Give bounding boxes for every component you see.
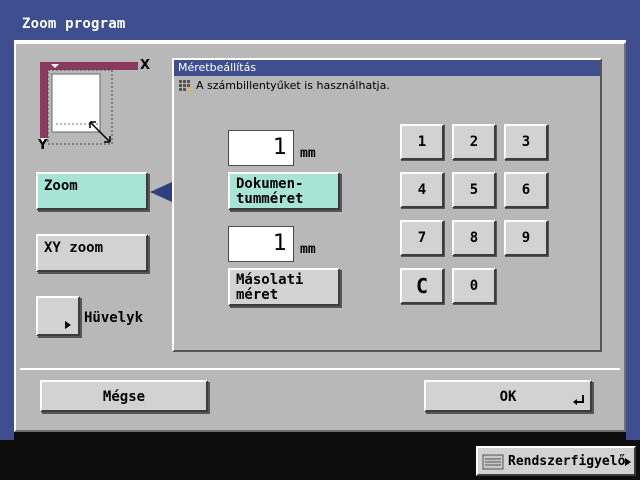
keypad-6[interactable]: 6: [504, 172, 548, 208]
keypad-8[interactable]: 8: [452, 220, 496, 256]
footer-divider: [20, 368, 620, 370]
document-size-button-line2: tumméret: [236, 191, 304, 207]
copy-size-unit: mm: [300, 242, 316, 257]
window-frame-right: [626, 0, 640, 440]
inch-label: Hüvelyk: [84, 310, 144, 326]
copy-size-value[interactable]: 1: [228, 226, 294, 262]
zoom-button-label: Zoom: [44, 178, 78, 194]
keypad-hint-icon: [179, 80, 193, 92]
copy-size-button-line1: Másolati: [236, 272, 304, 288]
monitor-icon: [482, 454, 504, 470]
keypad-3[interactable]: 3: [504, 124, 548, 160]
enter-icon: [573, 395, 584, 405]
document-size-button[interactable]: Dokumen- tumméret: [228, 172, 340, 210]
triangle-right-icon: [625, 458, 631, 466]
zoom-diagram: [36, 58, 156, 150]
system-monitor-button[interactable]: Rendszerfigyelő: [476, 446, 636, 476]
copy-size-button-line2: méret: [236, 287, 279, 303]
ok-button[interactable]: OK: [424, 380, 592, 412]
panel-hint-text: A számbillentyűket is használhatja.: [196, 79, 390, 92]
document-size-button-line1: Dokumen-: [236, 176, 304, 192]
copy-size-button[interactable]: Másolati méret: [228, 268, 340, 306]
selection-pointer-icon: [150, 182, 172, 202]
panel-header: Méretbeállítás: [174, 60, 600, 76]
document-size-value[interactable]: 1: [228, 130, 294, 166]
ok-button-label: OK: [499, 389, 517, 405]
cancel-button[interactable]: Mégse: [40, 380, 208, 412]
keypad-0[interactable]: 0: [452, 268, 496, 304]
keypad-2[interactable]: 2: [452, 124, 496, 160]
diagram-y-label: Y: [38, 138, 48, 153]
diagram-x-label: X: [140, 58, 151, 73]
triangle-right-icon: [65, 321, 71, 329]
document-size-unit: mm: [300, 146, 316, 161]
keypad-1[interactable]: 1: [400, 124, 444, 160]
keypad-5[interactable]: 5: [452, 172, 496, 208]
window-title: Zoom program: [22, 16, 126, 32]
keypad-4[interactable]: 4: [400, 172, 444, 208]
xy-zoom-button[interactable]: XY zoom: [36, 234, 148, 272]
zoom-button[interactable]: Zoom: [36, 172, 148, 210]
keypad-9[interactable]: 9: [504, 220, 548, 256]
keypad-clear[interactable]: C: [400, 268, 444, 304]
zoom-diagram-icon: [40, 62, 138, 145]
cancel-button-label: Mégse: [102, 389, 146, 405]
system-monitor-label: Rendszerfigyelő: [508, 454, 626, 469]
panel-hint: A számbillentyűket is használhatja.: [178, 79, 390, 93]
keypad-7[interactable]: 7: [400, 220, 444, 256]
xy-zoom-button-label: XY zoom: [44, 240, 104, 256]
inch-toggle-button[interactable]: [36, 296, 80, 336]
window-frame-left: [0, 0, 14, 440]
